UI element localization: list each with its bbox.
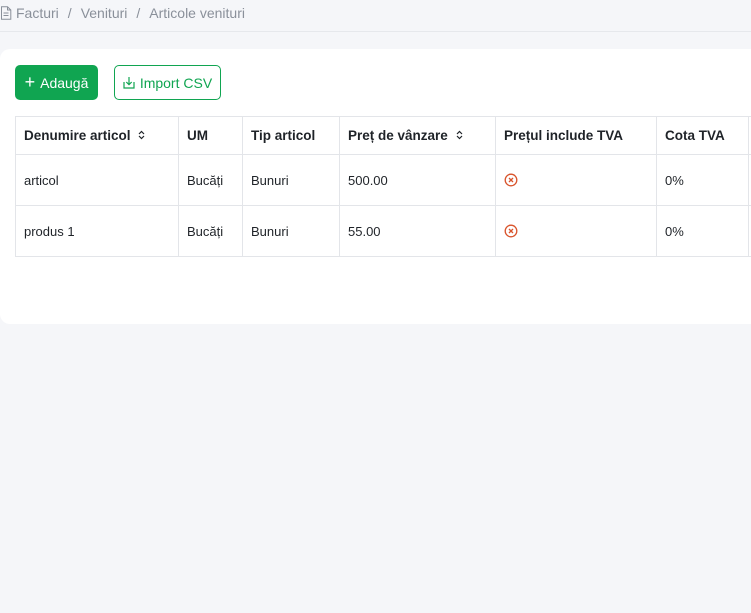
breadcrumb-item-articole-venituri: Articole venituri (149, 4, 245, 21)
breadcrumb-separator: / (67, 4, 72, 21)
cell-vat-rate: 0% (656, 154, 749, 206)
column-header-tip: Tip articol (242, 116, 340, 155)
x-circle-icon (504, 224, 518, 241)
column-header-pret-include-tva: Prețul include TVA (495, 116, 657, 155)
add-button[interactable]: + Adaugă (15, 65, 98, 100)
breadcrumb-separator: / (136, 4, 141, 21)
cell-type: Bunuri (242, 154, 340, 206)
import-csv-button[interactable]: Import CSV (114, 65, 221, 100)
cell-price: 500.00 (339, 154, 496, 206)
cell-type: Bunuri (242, 205, 340, 257)
articles-table: Denumire articol UM Tip articol Preț de … (15, 116, 751, 257)
table-row[interactable]: produs 1 Bucăți Bunuri 55.00 0% (15, 205, 751, 257)
plus-icon: + (24, 71, 36, 92)
cell-um: Bucăți (178, 205, 243, 257)
column-header-um: UM (178, 116, 243, 155)
import-icon (123, 76, 135, 89)
breadcrumb-item-venituri[interactable]: Venituri (81, 5, 128, 21)
import-csv-label: Import CSV (139, 74, 213, 91)
cell-vat-included (495, 205, 657, 257)
cell-vat-included (495, 154, 657, 206)
content-card: + Adaugă Import CSV Denumire articol UM … (0, 49, 751, 324)
x-circle-icon (504, 173, 518, 190)
cell-um: Bucăți (178, 154, 243, 206)
cell-name: produs 1 (15, 205, 179, 257)
column-header-pret[interactable]: Preț de vânzare (339, 116, 496, 155)
add-button-label: Adaugă (40, 74, 89, 91)
column-header-denumire[interactable]: Denumire articol (15, 116, 179, 155)
sort-icon[interactable] (456, 128, 463, 143)
sort-icon[interactable] (138, 128, 145, 143)
column-header-cota-tva: Cota TVA (656, 116, 749, 155)
breadcrumb-item-facturi[interactable]: Facturi (16, 5, 59, 21)
cell-vat-rate: 0% (656, 205, 749, 257)
document-icon (0, 5, 12, 20)
cell-name: articol (15, 154, 179, 206)
table-row[interactable]: articol Bucăți Bunuri 500.00 0% (15, 154, 751, 206)
breadcrumb: Facturi / Venituri / Articole venituri (0, 0, 751, 32)
toolbar: + Adaugă Import CSV (15, 65, 221, 100)
cell-price: 55.00 (339, 205, 496, 257)
table-header-row: Denumire articol UM Tip articol Preț de … (15, 116, 751, 155)
